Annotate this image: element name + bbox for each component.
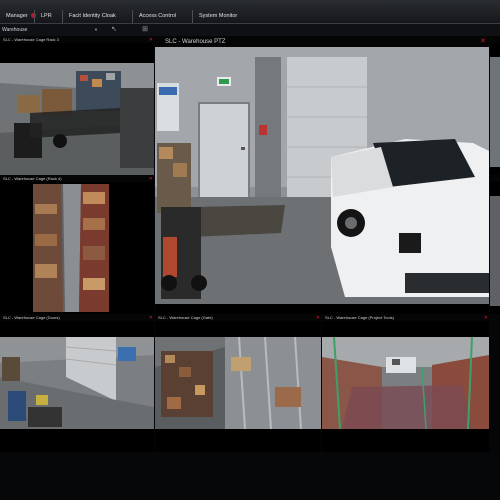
camera-tile-partial-mid[interactable] (490, 176, 500, 314)
camera-feed-partial (490, 57, 500, 167)
camera-title: SLC - Warehouse Cage (Gate) (158, 315, 213, 320)
tab-access-control-label: Access Control (139, 13, 176, 19)
camera-title: SLC - Warehouse Cage Rack 3 (3, 37, 59, 42)
camera-feed-ptz (155, 47, 489, 304)
camera-title-bar: SLC - Warehouse Cage Rack 3 ✕ (0, 37, 154, 43)
camera-tile-gate[interactable]: SLC - Warehouse Cage (Gate) ✕ (155, 315, 321, 452)
camera-title: SLC - Warehouse Cage (Doors) (3, 315, 60, 320)
camera-title-bar: SLC - Warehouse Cage (Project Tools) ✕ (322, 315, 489, 321)
camera-title-bar: SLC - Warehouse Cage (Doors) ✕ (0, 315, 154, 321)
camera-tile-ptz[interactable]: SLC - Warehouse PTZ ✕ (155, 37, 489, 314)
camera-title: SLC - Warehouse Cage (Project Tools) (325, 315, 394, 320)
close-icon[interactable]: ✕ (316, 315, 320, 321)
tab-lpr-label: LPR (41, 13, 52, 19)
layout-icon[interactable]: ⊞ (141, 26, 149, 34)
close-icon[interactable]: ✕ (484, 315, 488, 321)
camera-tile-doors[interactable]: SLC - Warehouse Cage (Doors) ✕ (0, 315, 154, 452)
tab-access-control[interactable]: Access Control (132, 10, 182, 23)
camera-title-bar: SLC - Warehouse Cage (Rack 4) ✕ (0, 176, 154, 182)
camera-title: SLC - Warehouse PTZ (165, 39, 226, 45)
site-select-value: Warehouse (2, 27, 28, 33)
tab-identity-cloak[interactable]: Facit Identity Cloak (62, 10, 122, 23)
camera-feed-project (322, 337, 489, 429)
camera-title-bar: SLC - Warehouse Cage (Gate) ✕ (155, 315, 321, 321)
camera-feed-doors (0, 337, 154, 429)
close-icon[interactable]: ✕ (149, 176, 153, 182)
camera-title-bar (490, 176, 500, 182)
close-icon[interactable]: ✕ (149, 315, 153, 321)
footer-area (0, 452, 500, 500)
tab-identity-cloak-label: Facit Identity Cloak (69, 13, 116, 19)
tab-lpr[interactable]: LPR (34, 10, 58, 23)
camera-feed-rack3 (0, 63, 154, 175)
tab-system-monitor[interactable]: System Monitor (192, 10, 243, 23)
camera-tile-rack3[interactable]: SLC - Warehouse Cage Rack 3 ✕ (0, 37, 154, 175)
camera-feed-rack4 (33, 184, 109, 312)
tab-system-monitor-label: System Monitor (199, 13, 238, 19)
camera-title-bar: SLC - Warehouse PTZ ✕ (155, 37, 489, 47)
module-tab-bar: Manager LPR Facit Identity Cloak Access … (0, 0, 500, 24)
close-icon[interactable]: ✕ (480, 37, 486, 47)
camera-tile-rack4[interactable]: SLC - Warehouse Cage (Rack 4) ✕ (0, 176, 154, 314)
site-select[interactable]: Warehouse ▼ (0, 26, 100, 34)
camera-title: SLC - Warehouse Cage (Rack 4) (3, 176, 62, 181)
camera-tile-project[interactable]: SLC - Warehouse Cage (Project Tools) ✕ (322, 315, 489, 452)
camera-tile-partial-top[interactable] (490, 37, 500, 175)
tab-manager-label: Manager (6, 13, 28, 19)
view-toolbar: Warehouse ▼ ↖ ⊞ (0, 24, 500, 36)
camera-title-bar (490, 37, 500, 43)
pointer-icon[interactable]: ↖ (110, 26, 118, 34)
camera-feed-gate (155, 337, 321, 429)
close-icon[interactable]: ✕ (149, 37, 153, 43)
camera-feed-partial (490, 196, 500, 306)
chevron-down-icon: ▼ (94, 27, 98, 32)
